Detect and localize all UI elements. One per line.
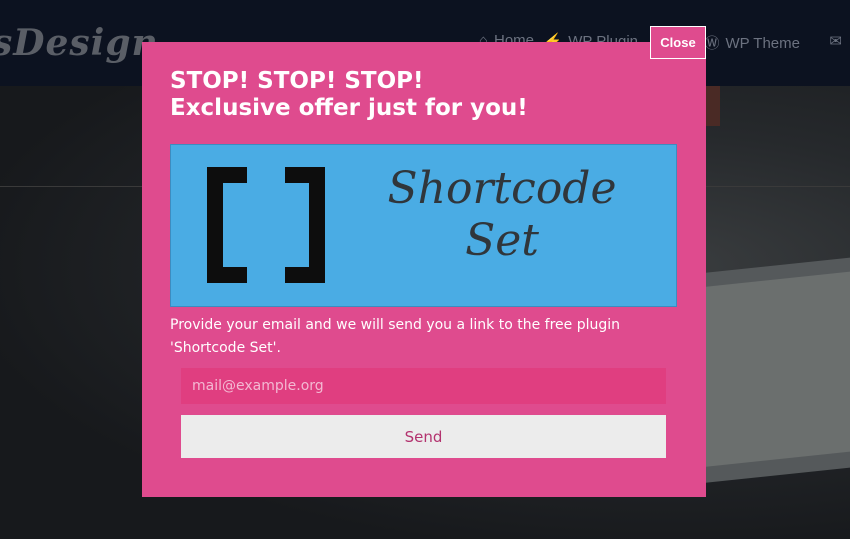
modal-description: Provide your email and we will send you … [170,317,621,356]
nav-wp-theme[interactable]: Ⓦ WP Theme [705,32,801,53]
banner-title-line1: Shortcode [387,163,617,214]
send-button[interactable]: Send [181,415,666,458]
modal-title: STOP! STOP! STOP! Exclusive offer just f… [170,68,690,122]
mail-icon: ✉ [829,33,842,50]
close-button[interactable]: Close [650,26,706,59]
modal-title-line1: STOP! STOP! STOP! [170,68,424,94]
wordpress-icon: Ⓦ [704,35,720,52]
laptop-image [690,257,850,485]
email-input[interactable] [181,368,666,404]
modal-title-line2: Exclusive offer just for you! [170,95,528,121]
site-logo[interactable]: sDesign [0,22,159,64]
nav-contact[interactable]: ✉ [829,32,848,50]
brackets-icon [207,167,325,283]
optin-modal: STOP! STOP! STOP! Exclusive offer just f… [142,42,706,497]
nav-wp-theme-label: WP Theme [725,35,800,52]
promo-banner: Shortcode Set [170,144,677,307]
banner-title: Shortcode Set [383,163,621,267]
banner-title-line2: Set [465,215,539,266]
